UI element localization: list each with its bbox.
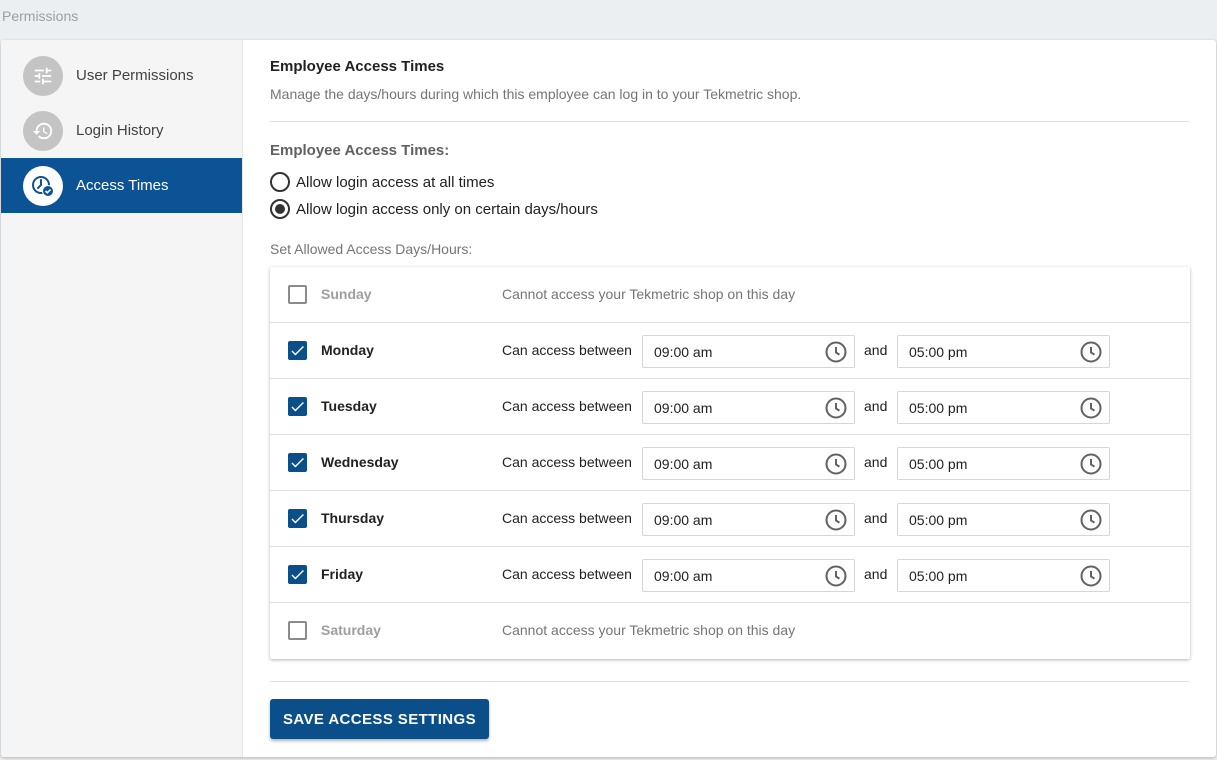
no-access-note: Cannot access your Tekmetric shop on thi… [502, 286, 796, 302]
history-icon [23, 110, 63, 151]
day-checkbox[interactable] [288, 397, 307, 416]
start-time-field[interactable]: 09:00 am [642, 335, 855, 368]
day-name: Thursday [321, 510, 385, 526]
day-row-thursday: Thursday Can access between 09:00 am and… [270, 491, 1190, 547]
clock-icon[interactable] [824, 564, 848, 588]
section-title: Employee Access Times [270, 58, 445, 75]
clock-icon[interactable] [824, 340, 848, 364]
radio-allow-all-times[interactable]: Allow login access at all times [270, 172, 494, 192]
access-days-table: Sunday Cannot access your Tekmetric shop… [270, 267, 1190, 659]
day-checkbox[interactable] [288, 285, 307, 304]
end-time-value: 05:00 pm [909, 344, 968, 360]
page-title: Permissions [2, 8, 79, 24]
clock-icon[interactable] [1079, 508, 1103, 532]
day-checkbox[interactable] [288, 565, 307, 584]
can-access-label: Can access between [502, 398, 632, 414]
end-time-field[interactable]: 05:00 pm [897, 503, 1110, 536]
save-access-settings-button[interactable]: SAVE ACCESS SETTINGS [270, 699, 489, 739]
clock-icon[interactable] [1079, 452, 1103, 476]
and-label: and [864, 342, 888, 358]
day-name: Friday [321, 566, 364, 582]
clock-icon[interactable] [1079, 396, 1103, 420]
start-time-field[interactable]: 09:00 am [642, 447, 855, 480]
start-time-value: 09:00 am [654, 400, 713, 416]
end-time-value: 05:00 pm [909, 400, 968, 416]
day-checkbox[interactable] [288, 509, 307, 528]
radio-allow-certain-days[interactable]: Allow login access only on certain days/… [270, 199, 598, 219]
clock-icon[interactable] [824, 452, 848, 476]
day-name: Monday [321, 342, 374, 358]
no-access-note: Cannot access your Tekmetric shop on thi… [502, 622, 796, 638]
day-row-tuesday: Tuesday Can access between 09:00 am and … [270, 379, 1190, 435]
clock-icon[interactable] [1079, 340, 1103, 364]
access-mode-label: Employee Access Times: [270, 142, 450, 159]
end-time-value: 05:00 pm [909, 568, 968, 584]
end-time-value: 05:00 pm [909, 512, 968, 528]
and-label: and [864, 454, 888, 470]
start-time-value: 09:00 am [654, 568, 713, 584]
sidebar-item-login-history[interactable]: Login History [1, 103, 242, 158]
clock-icon[interactable] [824, 508, 848, 532]
section-subtitle: Manage the days/hours during which this … [270, 86, 802, 102]
day-row-sunday: Sunday Cannot access your Tekmetric shop… [270, 267, 1190, 323]
start-time-field[interactable]: 09:00 am [642, 559, 855, 592]
radio-button[interactable] [270, 199, 290, 219]
end-time-field[interactable]: 05:00 pm [897, 559, 1110, 592]
divider [270, 681, 1189, 682]
end-time-field[interactable]: 05:00 pm [897, 391, 1110, 424]
start-time-value: 09:00 am [654, 456, 713, 472]
clock-check-icon [23, 165, 63, 206]
radio-label: Allow login access only on certain days/… [296, 200, 598, 218]
radio-label: Allow login access at all times [296, 173, 495, 191]
sidebar-item-access-times[interactable]: Access Times [1, 158, 242, 213]
radio-button[interactable] [270, 172, 290, 192]
and-label: and [864, 510, 888, 526]
start-time-field[interactable]: 09:00 am [642, 391, 855, 424]
sliders-icon [23, 55, 63, 96]
can-access-label: Can access between [502, 342, 632, 358]
day-checkbox[interactable] [288, 341, 307, 360]
start-time-field[interactable]: 09:00 am [642, 503, 855, 536]
can-access-label: Can access between [502, 510, 632, 526]
end-time-field[interactable]: 05:00 pm [897, 447, 1110, 480]
day-name: Tuesday [321, 398, 377, 414]
clock-icon[interactable] [1079, 564, 1103, 588]
day-row-friday: Friday Can access between 09:00 am and 0… [270, 547, 1190, 603]
and-label: and [864, 566, 888, 582]
can-access-label: Can access between [502, 566, 632, 582]
radio-selected-dot [275, 204, 285, 214]
sidebar-item-label: User Permissions [76, 67, 194, 84]
sidebar-item-label: Login History [76, 122, 164, 139]
day-name: Saturday [321, 622, 381, 638]
sidebar-item-user-permissions[interactable]: User Permissions [1, 48, 242, 103]
end-time-field[interactable]: 05:00 pm [897, 335, 1110, 368]
day-row-saturday: Saturday Cannot access your Tekmetric sh… [270, 603, 1190, 659]
permissions-card: User Permissions Login History Access Ti… [1, 40, 1216, 757]
day-name: Sunday [321, 286, 372, 302]
divider [270, 121, 1189, 122]
and-label: and [864, 398, 888, 414]
start-time-value: 09:00 am [654, 512, 713, 528]
sidebar-item-label: Access Times [76, 177, 169, 194]
day-name: Wednesday [321, 454, 399, 470]
day-checkbox[interactable] [288, 621, 307, 640]
set-days-label: Set Allowed Access Days/Hours: [270, 241, 473, 257]
day-row-wednesday: Wednesday Can access between 09:00 am an… [270, 435, 1190, 491]
sidebar: User Permissions Login History Access Ti… [1, 40, 243, 757]
day-checkbox[interactable] [288, 453, 307, 472]
start-time-value: 09:00 am [654, 344, 713, 360]
clock-icon[interactable] [824, 396, 848, 420]
can-access-label: Can access between [502, 454, 632, 470]
end-time-value: 05:00 pm [909, 456, 968, 472]
day-row-monday: Monday Can access between 09:00 am and 0… [270, 323, 1190, 379]
